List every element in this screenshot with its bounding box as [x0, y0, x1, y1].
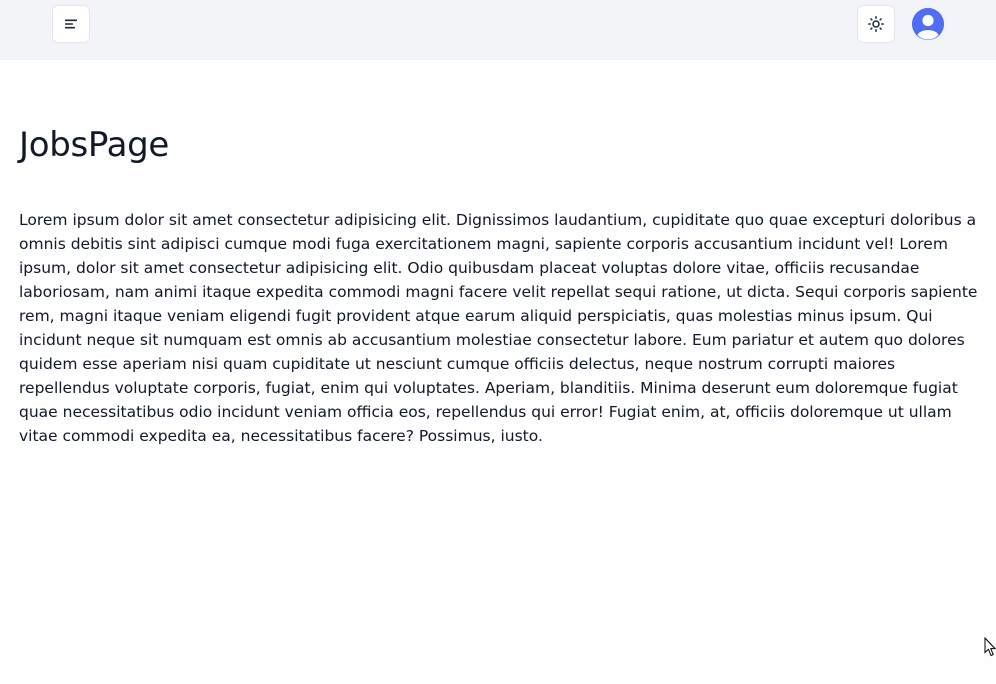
mouse-cursor — [984, 636, 996, 661]
theme-toggle-button[interactable] — [857, 5, 895, 43]
sun-icon — [868, 16, 884, 32]
top-navbar — [0, 0, 996, 60]
mouse-pointer-icon — [984, 636, 996, 657]
main-content: JobsPage Lorem ipsum dolor sit amet cons… — [19, 60, 979, 448]
user-avatar-icon — [912, 8, 944, 40]
menu-lines-icon — [65, 19, 77, 29]
body-paragraph: Lorem ipsum dolor sit amet consectetur a… — [19, 211, 978, 445]
page-title: JobsPage — [19, 125, 170, 165]
user-avatar-button[interactable] — [912, 8, 944, 40]
menu-toggle-button[interactable] — [52, 5, 90, 43]
